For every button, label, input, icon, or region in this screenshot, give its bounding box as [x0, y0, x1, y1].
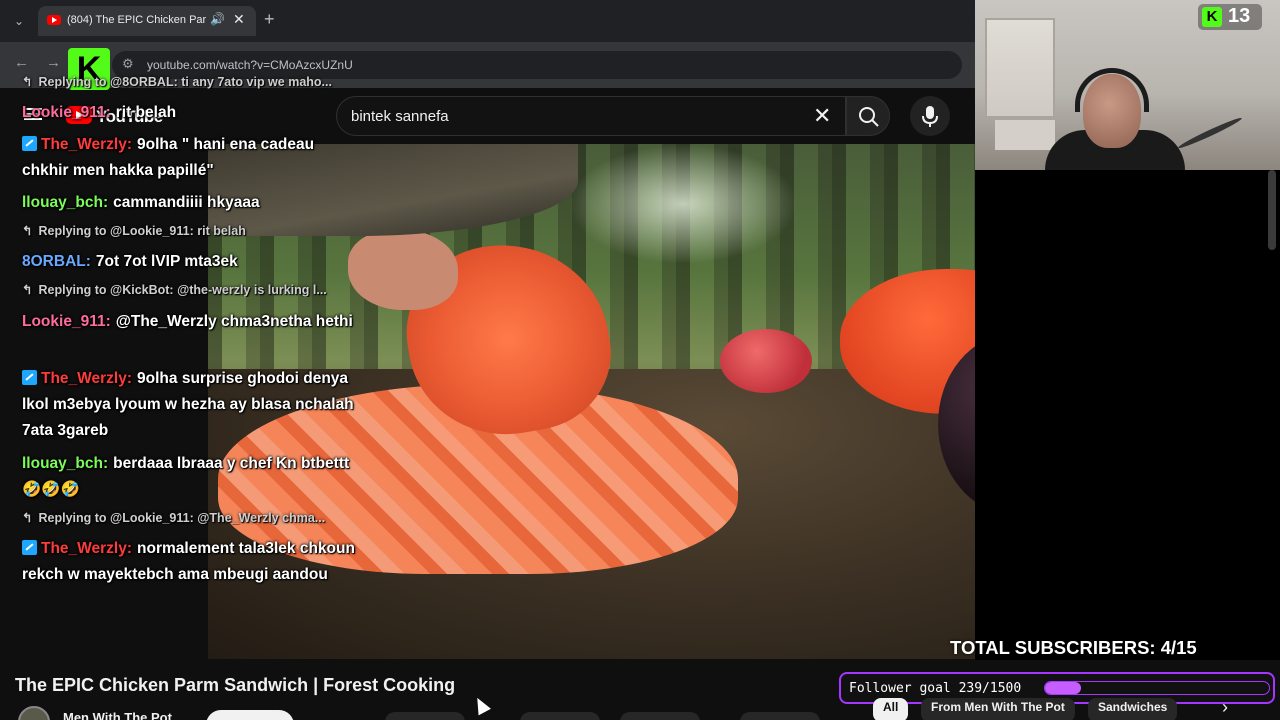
- chat-message: Lookie_911: @The_Werzly chma3netha hethi: [22, 313, 353, 330]
- chat-reply: ↰ Replying to @KickBot: @the-werzly is lu…: [22, 283, 327, 297]
- total-subscribers: TOTAL SUBSCRIBERS: 4/15: [950, 637, 1197, 658]
- site-info-icon[interactable]: ⚙: [122, 56, 134, 72]
- channel-avatar[interactable]: [18, 706, 50, 720]
- video-title: The EPIC Chicken Parm Sandwich | Forest …: [15, 675, 456, 695]
- follower-goal-text: Follower goal 239/1500: [849, 681, 1022, 696]
- headset: [1075, 68, 1149, 112]
- scrollbar[interactable]: [1268, 170, 1276, 250]
- search-icon: [859, 107, 879, 127]
- mouse-cursor-icon: [471, 694, 491, 716]
- chat-message: llouay_bch: cammandiiii hkyaaa: [22, 194, 260, 211]
- chat-message: The_Werzly: normalement tala3lek chkoun r…: [22, 540, 355, 583]
- tab-search-icon[interactable]: ⌄: [8, 10, 30, 32]
- screen: ⌄ (804) The EPIC Chicken Parm 🔊 ✕ + ← → …: [0, 0, 1280, 720]
- url-text: youtube.com/watch?v=CMoAzcxUZnU: [147, 58, 353, 72]
- follower-goal-fill: [1045, 682, 1081, 694]
- chip-all[interactable]: All: [873, 698, 909, 720]
- subscribe-button[interactable]: [206, 710, 294, 720]
- search-button[interactable]: [846, 96, 890, 136]
- browser-tabbar: ⌄ (804) The EPIC Chicken Parm 🔊 ✕ +: [0, 0, 975, 42]
- reply-icon: ↰: [22, 511, 33, 525]
- reply-icon: ↰: [22, 224, 33, 238]
- forward-icon[interactable]: →: [46, 54, 61, 71]
- follower-goal-bar: [1044, 681, 1270, 695]
- sub-badge-icon: [22, 136, 37, 151]
- chat-message: The_Werzly: 9olha " hani ena cadeau chkhi…: [22, 136, 315, 179]
- chip-sandwiches[interactable]: Sandwiches: [1088, 698, 1178, 720]
- sub-badge-icon: [22, 370, 37, 385]
- search-input[interactable]: bintek sannefa ✕: [336, 96, 846, 136]
- sub-badge-icon: [22, 540, 37, 555]
- chat-message: The_Werzly: 9olha surprise ghodoi denya l…: [22, 370, 354, 439]
- reply-icon: ↰: [22, 283, 33, 297]
- chips-next-icon[interactable]: ›: [1222, 697, 1228, 718]
- clip-button[interactable]: [740, 712, 820, 720]
- download-button[interactable]: [620, 712, 700, 720]
- microphone-icon: [922, 106, 938, 127]
- like-button[interactable]: [385, 712, 465, 720]
- small-tomato: [720, 329, 812, 393]
- chip-from-channel[interactable]: From Men With The Pot: [921, 698, 1075, 720]
- viewer-count-badge: K 13: [1198, 4, 1262, 30]
- share-button[interactable]: [520, 712, 600, 720]
- close-tab-icon[interactable]: ✕: [233, 11, 245, 28]
- hand: [348, 230, 458, 310]
- new-tab-icon[interactable]: +: [264, 9, 275, 30]
- kick-icon: K: [1202, 7, 1222, 27]
- chat-reply: ↰ Replying to @8ORBAL: ti any 7ato vip we…: [22, 75, 332, 89]
- youtube-favicon-icon: [47, 15, 61, 25]
- audio-playing-icon[interactable]: 🔊: [210, 12, 225, 26]
- chat-message: llouay_bch: berdaaa lbraaa y chef Kn btbe…: [22, 455, 350, 498]
- sidebar-panel: [975, 170, 1280, 660]
- reply-icon: ↰: [22, 75, 33, 89]
- browser-tab[interactable]: (804) The EPIC Chicken Parm 🔊 ✕: [38, 6, 256, 36]
- tab-title: (804) The EPIC Chicken Parm: [67, 14, 207, 26]
- back-icon[interactable]: ←: [14, 54, 29, 71]
- chat-reply: ↰ Replying to @Lookie_911: rit belah: [22, 224, 246, 238]
- clear-search-icon[interactable]: ✕: [813, 103, 831, 129]
- viewer-count: 13: [1228, 5, 1251, 27]
- channel-name[interactable]: Men With The Pot: [63, 710, 172, 720]
- chat-message: Lookie_911: rit belah: [22, 104, 177, 121]
- chat-message: 8ORBAL: 7ot 7ot lVIP mta3ek: [22, 253, 238, 270]
- chat-reply: ↰ Replying to @Lookie_911: @The_Werzly ch…: [22, 511, 326, 525]
- voice-search-button[interactable]: [910, 96, 950, 136]
- search-query: bintek sannefa: [351, 108, 449, 125]
